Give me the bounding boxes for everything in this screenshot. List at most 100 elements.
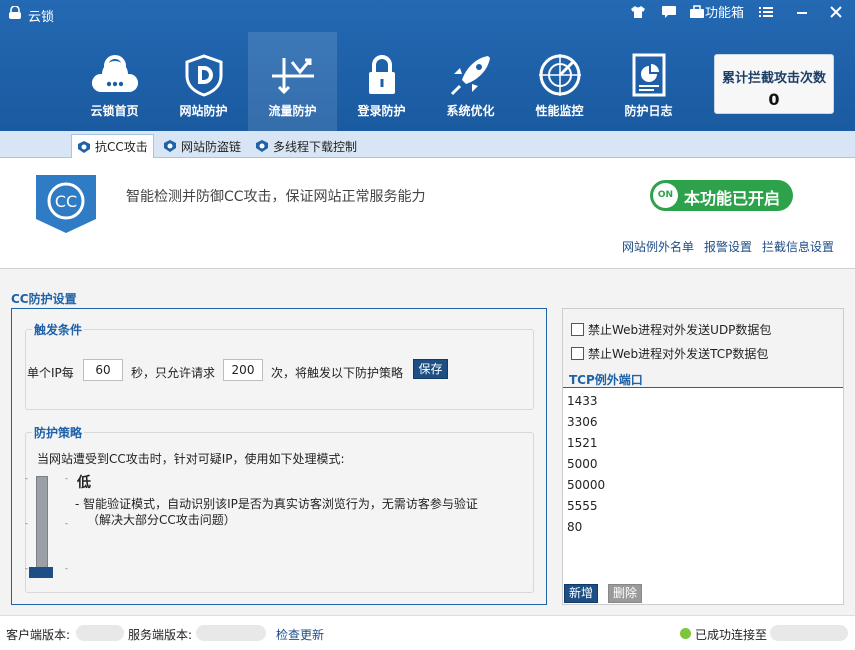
tab-hotlink-protect[interactable]: 网站防盗链 — [158, 134, 246, 158]
toolbox-icon — [690, 5, 704, 18]
slider-tick: - — [25, 519, 28, 528]
list-item[interactable]: 5555 — [567, 499, 598, 513]
cc-settings-panel: 触发条件 单个IP每 60 秒，只允许请求 200 次，将触发以下防护策略 保存… — [11, 308, 547, 605]
toggle-label: 本功能已开启 — [684, 189, 781, 208]
nav-label-system-optimize: 系统优化 — [446, 104, 495, 118]
nav-item-system-optimize[interactable]: 系统优化 — [426, 32, 515, 131]
attack-counter-value: 0 — [768, 90, 780, 109]
tab-label: 网站防盗链 — [181, 139, 242, 154]
requests-input[interactable]: 200 — [223, 359, 263, 381]
traffic-arrows-icon — [272, 58, 314, 95]
menu-icon[interactable] — [758, 5, 774, 24]
feature-toggle[interactable]: ON 本功能已开启 — [650, 180, 793, 211]
trigger-suffix: 次，将触发以下防护策略 — [271, 366, 404, 380]
udp-checkbox[interactable]: 禁止Web进程对外发送UDP数据包 — [571, 321, 771, 338]
strategy-title: 防护策略 — [32, 424, 85, 441]
nav-item-performance-monitor[interactable]: 性能监控 — [515, 32, 604, 131]
strategy-slider-handle[interactable] — [29, 567, 53, 578]
seconds-input[interactable]: 60 — [83, 359, 123, 381]
slider-tick: - — [65, 564, 68, 573]
slider-tick: - — [25, 564, 28, 573]
sub-tabs: 抗CC攻击 网站防盗链 多线程下载控制 — [0, 131, 855, 158]
main-content: CC防护设置 触发条件 单个IP每 60 秒，只允许请求 200 次，将触发以下… — [0, 270, 855, 615]
rocket-icon — [450, 56, 490, 96]
tcp-label: 禁止Web进程对外发送TCP数据包 — [588, 347, 769, 361]
feature-description: 智能检测并防御CC攻击，保证网站正常服务能力 — [126, 189, 426, 205]
level-name: 低 — [77, 475, 91, 491]
cloud-lock-icon — [9, 6, 21, 19]
tab-multithread-download[interactable]: 多线程下载控制 — [250, 134, 362, 158]
server-version-value — [196, 625, 266, 641]
level-description: - 智能验证模式，自动识别该IP是否为真实访客浏览行为，无需访客参与验证 — [75, 497, 478, 511]
level-note: （解决大部分CC攻击问题） — [87, 513, 236, 527]
nav-item-web-protect[interactable]: 网站防护 — [159, 32, 248, 131]
toolbox-label: 功能箱 — [705, 6, 745, 21]
shirt-skin-icon[interactable] — [630, 5, 646, 24]
lock-icon — [369, 55, 395, 94]
list-item[interactable]: 1433 — [567, 394, 598, 408]
slider-tick: - — [65, 474, 68, 483]
check-update-link[interactable]: 检查更新 — [276, 626, 324, 643]
radar-icon — [539, 54, 581, 96]
delete-port-button[interactable]: 删除 — [608, 584, 642, 603]
main-nav: 云锁首页 网站防护 流量防护 登录防护 系统优化 性能监控 防护日志 — [70, 32, 693, 131]
client-version-value — [76, 625, 124, 641]
link-intercept-settings[interactable]: 拦截信息设置 — [762, 238, 834, 255]
nav-item-traffic-protect[interactable]: 流量防护 — [248, 32, 337, 131]
connection-status-dot — [680, 628, 691, 639]
tab-label: 抗CC攻击 — [95, 140, 148, 154]
tcp-ports-title: TCP例外端口 — [569, 373, 643, 387]
server-address-value — [770, 625, 848, 641]
list-item[interactable]: 1521 — [567, 436, 598, 450]
close-icon[interactable] — [829, 5, 843, 24]
nav-label-protect-log: 防护日志 — [624, 104, 673, 118]
link-site-whitelist[interactable]: 网站例外名单 — [622, 238, 694, 255]
nav-label-traffic-protect: 流量防护 — [268, 104, 317, 118]
attack-counter: 累计拦截攻击次数 0 — [714, 54, 834, 114]
checkbox-box[interactable] — [571, 323, 584, 336]
attack-counter-label: 累计拦截攻击次数 — [721, 71, 826, 86]
tcp-checkbox[interactable]: 禁止Web进程对外发送TCP数据包 — [571, 345, 768, 362]
list-item[interactable]: 5000 — [567, 457, 598, 471]
minimize-icon[interactable] — [795, 5, 809, 24]
message-icon[interactable] — [661, 5, 677, 24]
link-alarm-settings[interactable]: 报警设置 — [704, 238, 752, 255]
checkbox-box[interactable] — [571, 347, 584, 360]
cc-shield-logo: CC — [36, 175, 96, 233]
slider-tick: - — [25, 474, 28, 483]
add-port-button[interactable]: 新增 — [564, 584, 598, 603]
trigger-prefix: 单个IP每 — [27, 366, 74, 380]
toolbox-button[interactable]: 功能箱 — [689, 5, 744, 22]
save-button[interactable]: 保存 — [413, 359, 448, 379]
app-title: 云锁 — [28, 10, 55, 25]
title-bar: 云锁 功能箱 — [0, 0, 855, 28]
list-item[interactable]: 3306 — [567, 415, 598, 429]
nav-item-home[interactable]: 云锁首页 — [70, 32, 159, 131]
header: 云锁 功能箱 云锁首页 网站防护 流量防护 登录防护 系统优化 性能监控 防护日… — [0, 0, 855, 131]
tab-anti-cc[interactable]: 抗CC攻击 — [71, 134, 154, 158]
list-item[interactable]: 50000 — [567, 478, 605, 492]
strategy-slider-track[interactable] — [36, 476, 48, 575]
log-report-icon — [632, 53, 666, 97]
server-version-label: 服务端版本: — [128, 628, 193, 642]
udp-label: 禁止Web进程对外发送UDP数据包 — [588, 323, 772, 337]
list-item[interactable]: 80 — [567, 520, 582, 534]
feature-banner: CC 智能检测并防御CC攻击，保证网站正常服务能力 ON 本功能已开启 网站例外… — [0, 158, 855, 269]
trigger-mid: 秒，只允许请求 — [131, 366, 216, 380]
tab-label: 多线程下载控制 — [273, 139, 358, 154]
trigger-title: 触发条件 — [32, 321, 85, 338]
nav-label-web-protect: 网站防护 — [179, 104, 228, 118]
section-title: CC防护设置 — [11, 292, 77, 306]
nav-item-protect-log[interactable]: 防护日志 — [604, 32, 693, 131]
shield-icon — [256, 140, 268, 152]
nav-label-performance-monitor: 性能监控 — [535, 104, 584, 118]
shield-icon — [164, 140, 176, 152]
client-version-label: 客户端版本: — [6, 628, 71, 642]
cloud-lock-icon — [92, 55, 138, 92]
tcp-port-list[interactable]: 1433 3306 1521 5000 50000 5555 80 新增 删除 — [563, 387, 843, 604]
nav-item-login-protect[interactable]: 登录防护 — [337, 32, 426, 131]
nav-label-login-protect: 登录防护 — [357, 104, 406, 118]
nav-label-home: 云锁首页 — [90, 104, 139, 118]
connection-status-label: 已成功连接至 — [695, 628, 768, 642]
cc-logo-text: CC — [55, 192, 77, 211]
